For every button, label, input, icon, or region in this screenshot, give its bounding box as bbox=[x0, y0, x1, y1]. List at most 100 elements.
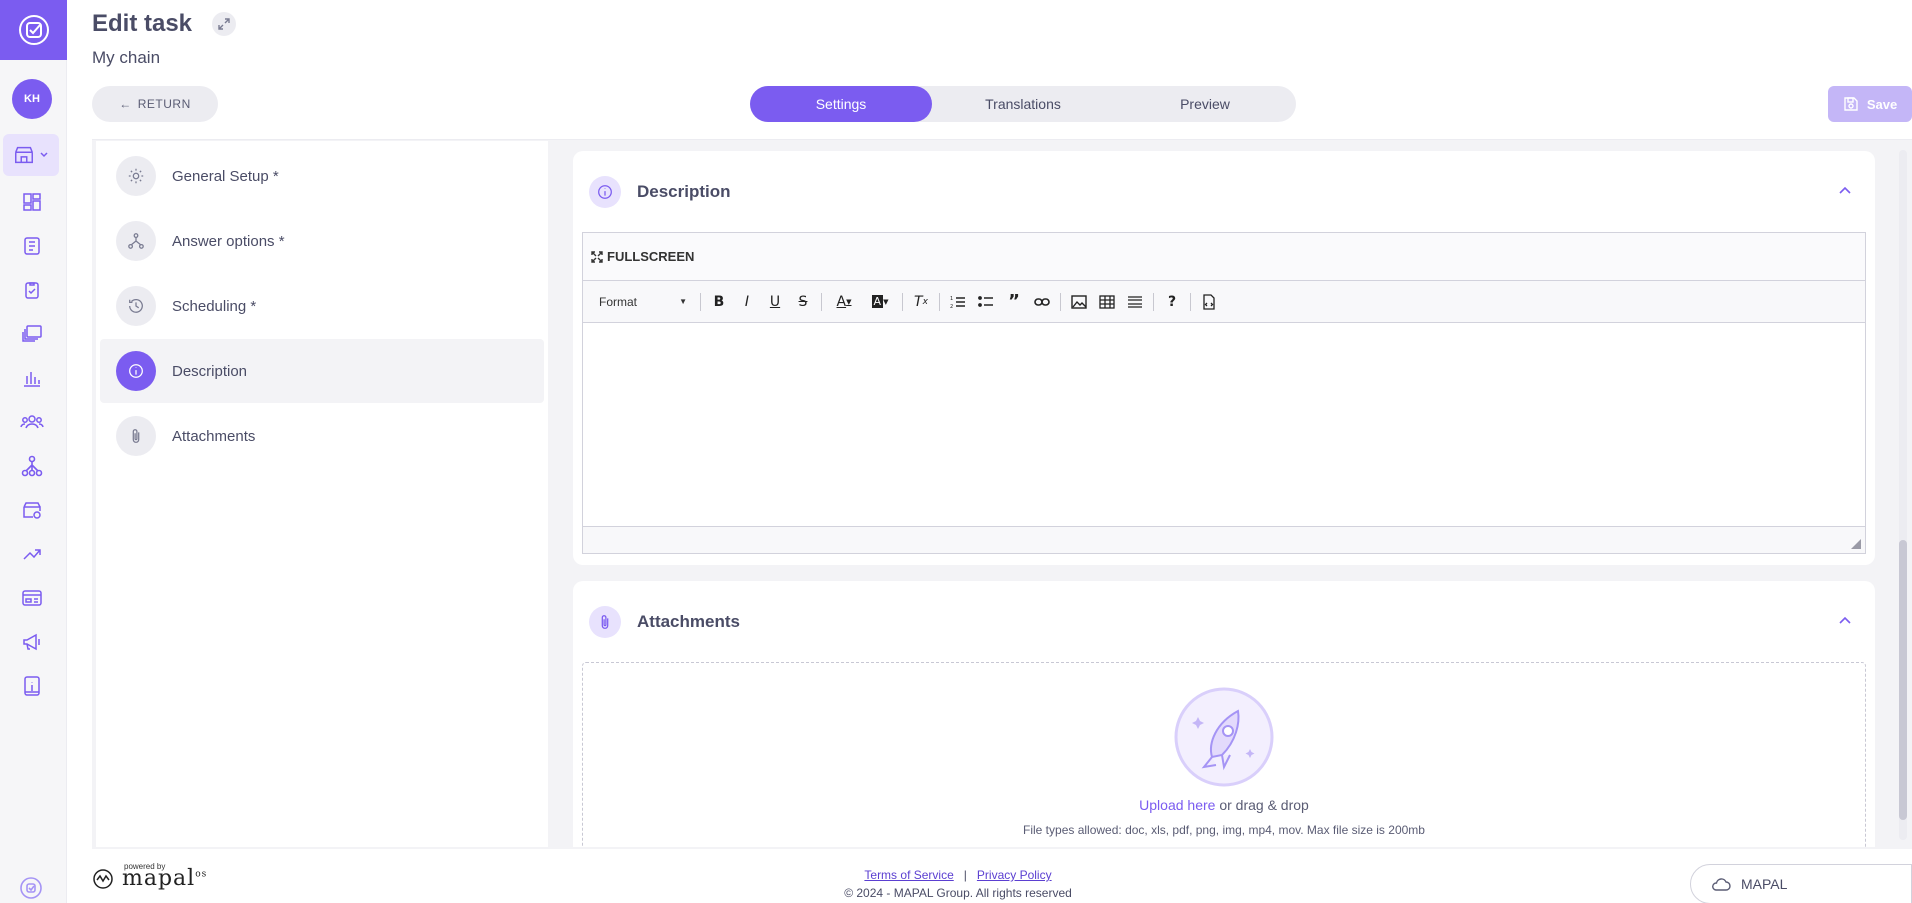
format-dropdown[interactable]: Format ▼ bbox=[591, 289, 695, 315]
svg-text:2: 2 bbox=[950, 304, 953, 309]
store-settings-icon[interactable] bbox=[20, 498, 44, 522]
allowed-file-types: File types allowed: doc, xls, pdf, png, … bbox=[1023, 823, 1425, 837]
step-label: General Setup * bbox=[172, 167, 279, 185]
page-title: Edit task bbox=[92, 10, 193, 37]
app-switch-icon[interactable] bbox=[18, 875, 44, 901]
privacy-link[interactable]: Privacy Policy bbox=[977, 868, 1052, 882]
svg-text:1: 1 bbox=[950, 296, 953, 302]
caret-down-icon: ▼ bbox=[679, 297, 687, 306]
editor-content-area[interactable] bbox=[583, 323, 1865, 527]
logbook-icon[interactable] bbox=[20, 234, 44, 258]
return-label: RETURN bbox=[137, 97, 191, 111]
app-root: KH Edit task My chain ← RETURN Settings … bbox=[0, 0, 1912, 903]
trend-icon[interactable] bbox=[20, 542, 44, 566]
description-title: Description bbox=[637, 182, 731, 201]
tab-settings[interactable]: Settings bbox=[750, 86, 932, 122]
save-button[interactable]: Save bbox=[1828, 86, 1912, 122]
step-answer-options[interactable]: Answer options * bbox=[100, 209, 544, 273]
upload-rest: or drag & drop bbox=[1215, 797, 1309, 813]
location-selector[interactable] bbox=[3, 134, 59, 176]
resize-handle-icon[interactable] bbox=[1851, 539, 1861, 549]
branches-icon bbox=[116, 221, 156, 261]
arrow-left-icon: ← bbox=[119, 97, 132, 111]
upload-instructions: Upload here or drag & drop bbox=[583, 797, 1865, 813]
bulleted-list-icon[interactable] bbox=[973, 289, 999, 315]
toolbar-separator bbox=[902, 292, 903, 311]
return-button[interactable]: ← RETURN bbox=[92, 86, 218, 122]
info-icon bbox=[116, 351, 156, 391]
expand-icon bbox=[218, 18, 230, 30]
step-description[interactable]: Description bbox=[100, 339, 544, 403]
team-icon[interactable] bbox=[20, 410, 44, 434]
tab-translations[interactable]: Translations bbox=[932, 86, 1114, 122]
megaphone-icon[interactable] bbox=[20, 630, 44, 654]
image-icon[interactable] bbox=[1066, 289, 1092, 315]
page-subtitle: My chain bbox=[92, 48, 161, 67]
toolbar-separator bbox=[1153, 292, 1154, 311]
bold-icon[interactable]: B bbox=[706, 289, 732, 315]
table-icon[interactable] bbox=[1094, 289, 1120, 315]
strikethrough-icon[interactable]: S bbox=[790, 289, 816, 315]
mapal-logo-icon bbox=[93, 868, 113, 889]
rich-text-editor: FULLSCREEN Format ▼ B I U S A ▼ A ▼ Tx 1… bbox=[582, 232, 1866, 554]
step-attachments[interactable]: Attachments bbox=[100, 404, 544, 468]
background-color-icon[interactable]: A ▼ bbox=[863, 289, 897, 315]
toolbar-separator bbox=[821, 292, 822, 311]
rocket-illustration-icon bbox=[1174, 687, 1274, 787]
brand-suffix: os bbox=[195, 869, 208, 880]
fullscreen-toggle[interactable]: FULLSCREEN bbox=[583, 233, 1865, 281]
paperclip-icon bbox=[116, 416, 156, 456]
bar-chart-icon[interactable] bbox=[20, 366, 44, 390]
workflow-icon[interactable] bbox=[20, 454, 44, 478]
info-book-icon[interactable] bbox=[20, 674, 44, 698]
step-scheduling[interactable]: Scheduling * bbox=[100, 274, 544, 338]
powered-by-logo: powered by mapalos bbox=[92, 862, 208, 891]
chevron-up-icon[interactable] bbox=[1837, 613, 1853, 629]
terms-link[interactable]: Terms of Service bbox=[864, 868, 953, 882]
blockquote-icon[interactable]: ” bbox=[1001, 289, 1027, 315]
step-label: Answer options * bbox=[172, 232, 285, 250]
legal-separator: | bbox=[963, 868, 967, 882]
tenant-selector[interactable]: MAPAL bbox=[1690, 864, 1912, 903]
tab-preview[interactable]: Preview bbox=[1114, 86, 1296, 122]
attachments-panel: Attachments Upload here or drag & drop F… bbox=[573, 581, 1875, 847]
copyright: © 2024 - MAPAL Group. All rights reserve… bbox=[844, 886, 1072, 900]
step-general-setup[interactable]: General Setup * bbox=[100, 144, 544, 208]
underline-icon[interactable]: U bbox=[762, 289, 788, 315]
text-color-icon[interactable]: A ▼ bbox=[827, 289, 861, 315]
expand-button[interactable] bbox=[212, 12, 236, 36]
horizontal-rule-icon[interactable] bbox=[1122, 289, 1148, 315]
step-label: Attachments bbox=[172, 427, 256, 445]
gallery-icon[interactable] bbox=[20, 322, 44, 346]
nav-rail: KH bbox=[0, 0, 67, 903]
file-dropzone[interactable]: Upload here or drag & drop File types al… bbox=[582, 662, 1866, 847]
user-avatar[interactable]: KH bbox=[12, 79, 52, 119]
editor-toolbar: Format ▼ B I U S A ▼ A ▼ Tx 12 ” ? bbox=[583, 281, 1865, 323]
paperclip-icon bbox=[589, 606, 621, 638]
store-icon bbox=[15, 146, 33, 164]
format-label: Format bbox=[599, 294, 638, 309]
italic-icon[interactable]: I bbox=[734, 289, 760, 315]
link-icon[interactable] bbox=[1029, 289, 1055, 315]
fullscreen-icon bbox=[591, 250, 603, 263]
tab-group: Settings Translations Preview bbox=[750, 86, 1296, 122]
fullscreen-label: FULLSCREEN bbox=[607, 249, 695, 264]
floppy-disk-icon bbox=[1844, 97, 1858, 111]
tenant-name: MAPAL bbox=[1741, 876, 1788, 892]
numbered-list-icon[interactable]: 12 bbox=[945, 289, 971, 315]
dashboard-icon[interactable] bbox=[20, 190, 44, 214]
info-icon bbox=[589, 176, 621, 208]
source-icon[interactable] bbox=[1196, 289, 1222, 315]
help-icon[interactable]: ? bbox=[1159, 289, 1185, 315]
step-label: Description bbox=[172, 362, 248, 380]
upload-link[interactable]: Upload here bbox=[1139, 797, 1215, 813]
id-card-icon[interactable] bbox=[20, 586, 44, 610]
brand-logo[interactable] bbox=[0, 0, 67, 60]
save-label: Save bbox=[1866, 96, 1898, 112]
scrollbar-thumb[interactable] bbox=[1899, 540, 1907, 820]
chevron-up-icon[interactable] bbox=[1837, 183, 1853, 199]
legal-links: Terms of Service | Privacy Policy © 2024… bbox=[760, 868, 1156, 900]
cloud-icon bbox=[1712, 878, 1731, 891]
remove-format-icon[interactable]: Tx bbox=[908, 289, 934, 315]
clipboard-check-icon[interactable] bbox=[20, 278, 44, 302]
